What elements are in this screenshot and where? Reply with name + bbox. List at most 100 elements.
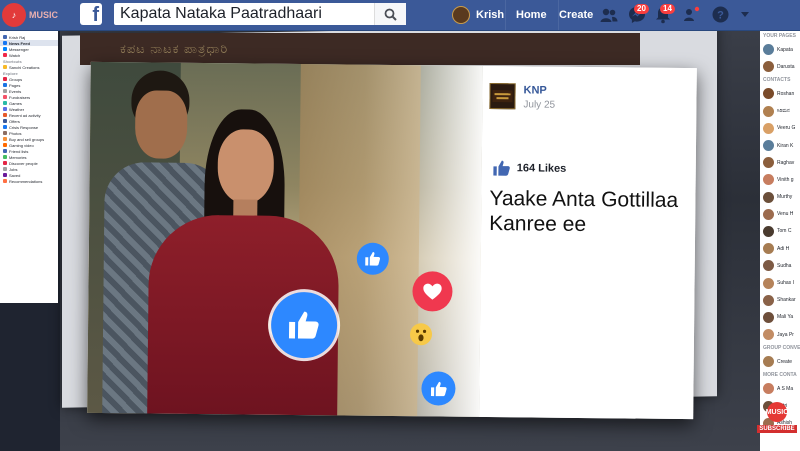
contact-name: Jaya Pr [777,331,794,338]
like-thumb-icon [493,160,510,176]
post-info-panel: KNP July 25 164 Likes Yaake Anta Gottill… [479,65,697,420]
home-link[interactable]: Home [505,0,547,30]
subscribe-overlay[interactable]: MUSIC SUBSCRIBE [755,402,799,442]
sidebar-item-label: Messenger [9,46,29,52]
sidebar-item-label: News Feed [9,40,30,46]
page-name[interactable]: KNP [524,84,547,96]
like-count-text: 164 Likes [516,162,567,175]
sidebar-item-label: Fundraisers [9,94,31,100]
contact-avatar [763,140,774,152]
sidebar-item-label: Pages [9,82,21,88]
large-like-reaction [270,291,338,359]
contact-item[interactable]: Suhas I [760,274,800,291]
contact-item[interactable]: A S Ma [760,380,800,397]
contact-item[interactable]: Mali Ya [760,309,800,326]
sidebar-item-label: Offers [9,118,20,124]
contact-item[interactable]: Shankar [760,292,800,309]
create-group-button[interactable]: Create [760,353,800,370]
search-bar[interactable]: Kapata Nataka Paatradhaari [114,3,406,25]
contact-item[interactable]: Kiran K [760,137,800,154]
profile-name: Krish [476,9,505,21]
facebook-logo[interactable]: f [80,3,102,25]
contact-name: Murthy [777,194,793,201]
post-date[interactable]: July 25 [523,99,555,110]
contact-item[interactable]: Adi H [760,240,800,257]
small-like-reaction [356,242,389,275]
contact-name: Roshan [777,90,795,97]
sidebar-item-label: Friend lists [9,148,29,154]
sidebar-item-icon [3,131,7,135]
contact-name: Raghav [777,159,795,166]
contact-item[interactable]: Veeru G [760,120,800,137]
sidebar-item-label: Events [9,88,22,94]
contact-name: Sudha [777,262,792,269]
sidebar-item-icon [3,173,7,177]
create-label: Create [559,9,594,21]
sidebar-item-icon [3,95,7,99]
post-caption: Yaake Anta Gottillaa Kanree ee [489,187,679,237]
contact-item[interactable]: Sudha [760,257,800,274]
contact-avatar [763,122,774,134]
sidebar-item-icon [3,107,7,111]
post-photo[interactable] [87,61,483,417]
friend-requests-icon[interactable] [600,6,618,24]
page-shortcut[interactable]: Darusta [760,58,800,75]
contact-item[interactable]: Venu H [760,206,800,223]
contact-item[interactable]: Tom C [760,223,800,240]
create-link[interactable]: Create [558,0,593,30]
wow-face-icon [415,329,427,342]
contact-name: Kapata [777,46,793,53]
contact-avatar [763,105,774,117]
contact-name: ಸಿರಿಮನ [777,108,790,115]
contact-name: Venu H [777,211,794,218]
contact-item[interactable]: ಸಿರಿಮನ [760,103,800,120]
sidebar-item-label: Photos [9,130,22,136]
page-shortcut[interactable]: Kapata [760,41,800,58]
contact-item[interactable]: Jaya Pr [760,326,800,343]
profile-link[interactable]: Krish [452,0,504,30]
sidebar-item-icon [3,47,7,51]
photo-woman-figure [127,108,340,416]
left-sidebar: Krish Raj News Feed Messenger Watch Shortcut… [0,31,58,303]
contact-avatar [763,277,774,289]
notifications-badge: 14 [660,4,675,14]
like-count[interactable]: 164 Likes [492,158,567,179]
contacts-heading: CONTACTS [763,77,791,84]
contact-item[interactable]: Raghav [760,154,800,171]
profile-avatar [452,6,470,24]
search-input[interactable]: Kapata Nataka Paatradhaari [114,5,374,23]
sidebar-item-icon [3,119,7,123]
contact-avatar [763,88,774,100]
help-icon[interactable]: ? [712,6,729,23]
search-button[interactable] [374,3,406,25]
contact-avatar [763,174,774,186]
sidebar-item-label: Sanchi Creations [9,64,40,70]
sidebar-item-icon [3,137,7,141]
sidebar-item-icon [3,143,7,147]
account-menu-chevron-icon[interactable] [740,11,750,19]
sidebar-item[interactable]: Recommendations [0,178,58,184]
sidebar-item-icon [3,161,7,165]
contact-item[interactable]: Vinith g [760,171,800,188]
contact-avatar [763,208,774,220]
sidebar-item-icon [3,167,7,171]
heart-icon [423,283,442,300]
contact-avatar [763,329,774,341]
sidebar-item-label: Discover people [9,160,38,166]
sidebar-item-label: Groups [9,76,23,82]
group-conversations-heading: GROUP CONVE [763,345,800,352]
page-avatar[interactable] [489,83,516,110]
page-logo-icon [492,90,513,103]
contact-avatar [763,294,774,306]
contact-item[interactable]: Murthy [760,189,800,206]
music-channel-logo: ♪ MUSIC [2,3,74,27]
sidebar-item-label: Crisis Response [9,124,39,130]
contact-name: Mali Ya [777,314,794,321]
sidebar-item-icon [3,179,7,183]
contact-avatar [763,157,774,169]
quick-settings-icon[interactable] [683,5,701,23]
contact-avatar [763,225,774,237]
contact-name: Veeru G [777,125,796,132]
channel-bell-icon: MUSIC [766,402,788,422]
contact-item[interactable]: Roshan [760,85,800,102]
